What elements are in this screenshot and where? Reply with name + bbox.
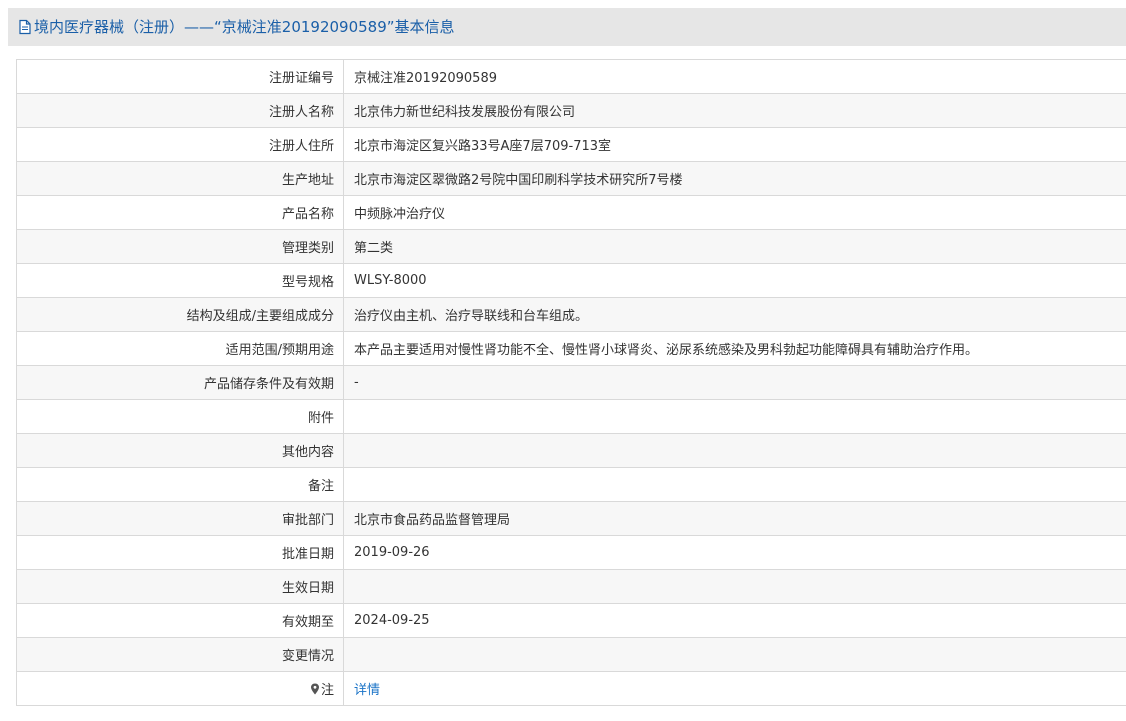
- row-value: 北京市海淀区复兴路33号A座7层709-713室: [343, 127, 1126, 162]
- note-label: 注: [320, 683, 334, 698]
- table-row: 生产地址 北京市海淀区翠微路2号院中国印刷科学技术研究所7号楼: [16, 161, 1126, 196]
- table-row: 注册人名称 北京伟力新世纪科技发展股份有限公司: [16, 93, 1126, 128]
- row-value: [343, 433, 1126, 468]
- table-row: 管理类别 第二类: [16, 229, 1126, 264]
- map-pin-icon: [310, 683, 320, 695]
- table-row: 附件: [16, 399, 1126, 434]
- row-label: 注册人名称: [16, 93, 344, 128]
- table-row: 结构及组成/主要组成成分 治疗仪由主机、治疗导联线和台车组成。: [16, 297, 1126, 332]
- row-label: 产品名称: [16, 195, 344, 230]
- document-icon: [18, 19, 32, 35]
- table-row: 备注: [16, 467, 1126, 502]
- table-row: 有效期至 2024-09-25: [16, 603, 1126, 638]
- row-label: 批准日期: [16, 535, 344, 570]
- table-row: 生效日期: [16, 569, 1126, 604]
- row-label: 变更情况: [16, 637, 344, 672]
- row-value: 第二类: [343, 229, 1126, 264]
- row-label: 型号规格: [16, 263, 344, 298]
- row-value: -: [343, 365, 1126, 400]
- table-row: 注册证编号 京械注准20192090589: [16, 59, 1126, 94]
- row-value: [343, 399, 1126, 434]
- row-value: 治疗仪由主机、治疗导联线和台车组成。: [343, 297, 1126, 332]
- row-value: 中频脉冲治疗仪: [343, 195, 1126, 230]
- row-value: 2024-09-25: [343, 603, 1126, 638]
- note-label-cell: 注: [16, 671, 344, 706]
- table-row: 变更情况: [16, 637, 1126, 672]
- note-row: 注 详情: [16, 671, 1126, 706]
- row-label: 适用范围/预期用途: [16, 331, 344, 366]
- row-label: 有效期至: [16, 603, 344, 638]
- row-label: 附件: [16, 399, 344, 434]
- table-row: 注册人住所 北京市海淀区复兴路33号A座7层709-713室: [16, 127, 1126, 162]
- page-title: 境内医疗器械（注册）——“京械注准20192090589”基本信息: [34, 18, 455, 36]
- row-label: 备注: [16, 467, 344, 502]
- row-value: 京械注准20192090589: [343, 59, 1126, 94]
- row-value: [343, 569, 1126, 604]
- row-value: 北京市海淀区翠微路2号院中国印刷科学技术研究所7号楼: [343, 161, 1126, 196]
- row-value: 本产品主要适用对慢性肾功能不全、慢性肾小球肾炎、泌尿系统感染及男科勃起功能障碍具…: [343, 331, 1126, 366]
- table-row: 产品名称 中频脉冲治疗仪: [16, 195, 1126, 230]
- row-label: 结构及组成/主要组成成分: [16, 297, 344, 332]
- info-table: 注册证编号 京械注准20192090589 注册人名称 北京伟力新世纪科技发展股份有限…: [16, 59, 1126, 706]
- row-label: 注册人住所: [16, 127, 344, 162]
- row-value: [343, 637, 1126, 672]
- detail-link[interactable]: 详情: [354, 683, 380, 698]
- table-row: 型号规格 WLSY-8000: [16, 263, 1126, 298]
- row-value: 北京市食品药品监督管理局: [343, 501, 1126, 536]
- row-label: 审批部门: [16, 501, 344, 536]
- info-table-body: 注册证编号 京械注准20192090589 注册人名称 北京伟力新世纪科技发展股份有限…: [16, 59, 1126, 706]
- row-value: WLSY-8000: [343, 263, 1126, 298]
- row-label: 注册证编号: [16, 59, 344, 94]
- row-label: 其他内容: [16, 433, 344, 468]
- row-label: 产品储存条件及有效期: [16, 365, 344, 400]
- row-value: 北京伟力新世纪科技发展股份有限公司: [343, 93, 1126, 128]
- table-row: 适用范围/预期用途 本产品主要适用对慢性肾功能不全、慢性肾小球肾炎、泌尿系统感染及…: [16, 331, 1126, 366]
- page-header: 境内医疗器械（注册）——“京械注准20192090589”基本信息: [8, 8, 1126, 46]
- row-label: 生产地址: [16, 161, 344, 196]
- table-row: 审批部门 北京市食品药品监督管理局: [16, 501, 1126, 536]
- table-row: 批准日期 2019-09-26: [16, 535, 1126, 570]
- row-label: 生效日期: [16, 569, 344, 604]
- row-value: 2019-09-26: [343, 535, 1126, 570]
- row-label: 管理类别: [16, 229, 344, 264]
- row-value: [343, 467, 1126, 502]
- table-row: 其他内容: [16, 433, 1126, 468]
- table-row: 产品储存条件及有效期 -: [16, 365, 1126, 400]
- note-value-cell: 详情: [343, 671, 1126, 706]
